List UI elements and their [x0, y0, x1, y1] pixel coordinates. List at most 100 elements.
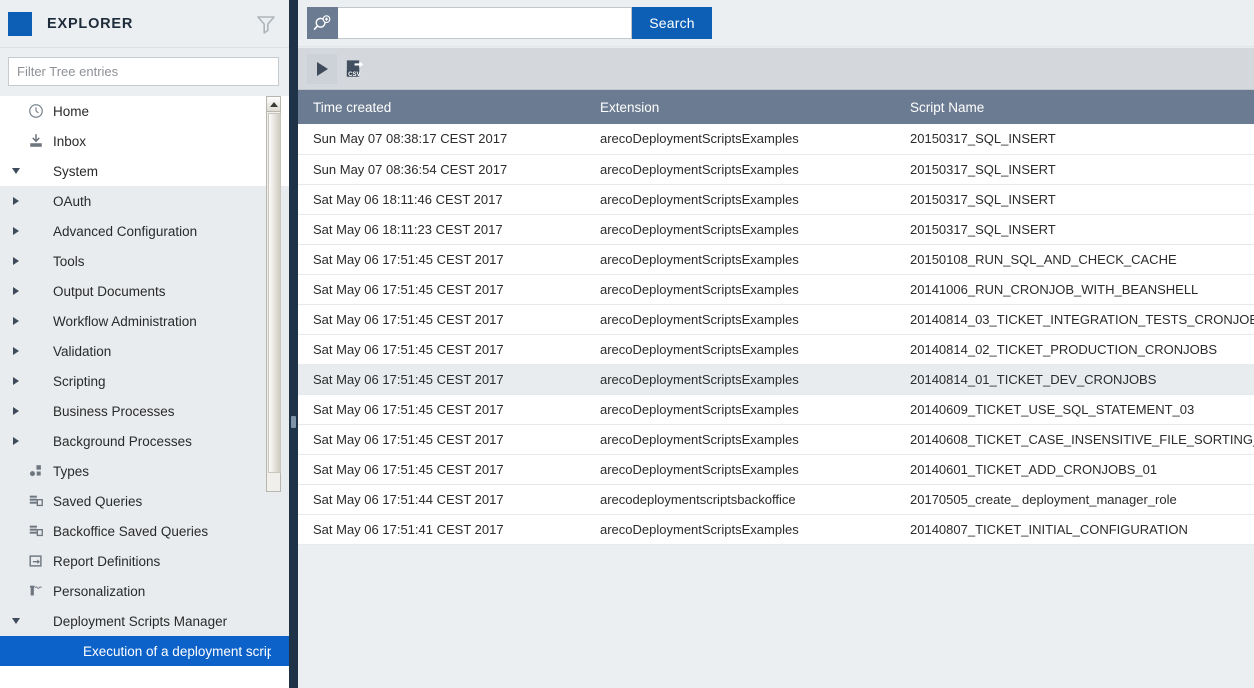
main-content: Search CSV Time created Extension Script… [298, 0, 1254, 688]
sidebar-item-label: Validation [53, 343, 112, 359]
types-icon [26, 463, 46, 479]
table-row[interactable]: Sun May 07 08:36:54 CEST 2017 arecoDeploy… [298, 154, 1254, 185]
panel-splitter[interactable] [289, 0, 298, 688]
sidebar-item-advanced-configuration[interactable]: Advanced Configuration [0, 216, 289, 246]
sidebar-item-label: Scripting [53, 373, 106, 389]
run-script-button[interactable] [307, 53, 337, 84]
cell-script-name: 20140807_TICKET_INITIAL_CONFIGURATION [895, 514, 1254, 545]
cell-script-name: 20150317_SQL_INSERT [895, 124, 1254, 155]
sidebar-item-report-definitions[interactable]: Report Definitions [0, 546, 289, 576]
export-csv-button[interactable]: CSV [339, 54, 369, 84]
sidebar-item-output-documents[interactable]: Output Documents [0, 276, 289, 306]
scroll-up-button[interactable] [267, 97, 280, 112]
search-input[interactable] [338, 7, 632, 39]
chevron-down-icon[interactable] [8, 618, 24, 624]
table-row[interactable]: Sat May 06 17:51:41 CEST 2017 arecoDeploy… [298, 514, 1254, 545]
sidebar-item-label: Business Processes [53, 403, 175, 419]
cell-time-created: Sat May 06 17:51:45 CEST 2017 [298, 394, 585, 425]
sidebar-item-system[interactable]: System [0, 156, 289, 186]
table-row[interactable]: Sat May 06 18:11:46 CEST 2017 arecoDeploy… [298, 184, 1254, 215]
cell-extension: arecoDeploymentScriptsExamples [585, 394, 895, 425]
funnel-icon[interactable] [255, 13, 277, 35]
sidebar-item-label: Execution of a deployment script [83, 643, 271, 659]
cell-extension: arecoDeploymentScriptsExamples [585, 154, 895, 185]
personalization-icon [26, 583, 46, 599]
sidebar-item-workflow-administration[interactable]: Workflow Administration [0, 306, 289, 336]
results-grid: Time created Extension Script Name Sun M… [298, 90, 1254, 688]
home-clock-icon [26, 103, 46, 119]
chevron-right-icon[interactable] [8, 347, 24, 355]
table-row[interactable]: Sat May 06 18:11:23 CEST 2017 arecoDeploy… [298, 214, 1254, 245]
cell-time-created: Sun May 07 08:38:17 CEST 2017 [298, 124, 585, 155]
sidebar-item-home[interactable]: Home [0, 96, 289, 126]
cell-script-name: 20140601_TICKET_ADD_CRONJOBS_01 [895, 454, 1254, 485]
chevron-right-icon[interactable] [8, 287, 24, 295]
chevron-right-icon[interactable] [8, 317, 24, 325]
cell-script-name: 20150108_RUN_SQL_AND_CHECK_CACHE [895, 244, 1254, 275]
cell-time-created: Sat May 06 17:51:44 CEST 2017 [298, 484, 585, 515]
sidebar-item-saved-queries[interactable]: Saved Queries [0, 486, 289, 516]
report-icon [26, 553, 46, 569]
sidebar-item-tools[interactable]: Tools [0, 246, 289, 276]
sidebar-item-personalization[interactable]: Personalization [0, 576, 289, 606]
sidebar-item-backoffice-saved-queries[interactable]: Backoffice Saved Queries [0, 516, 289, 546]
splitter-grip[interactable] [291, 416, 296, 428]
sidebar-item-types[interactable]: Types [0, 456, 289, 486]
sidebar-item-label: Personalization [53, 583, 146, 599]
search-add-icon[interactable] [307, 7, 338, 39]
table-body: Sun May 07 08:38:17 CEST 2017 arecoDeploy… [298, 124, 1254, 545]
cell-extension: arecoDeploymentScriptsExamples [585, 454, 895, 485]
sidebar-item-background-processes[interactable]: Background Processes [0, 426, 289, 456]
search-button[interactable]: Search [632, 7, 712, 39]
cell-extension: arecoDeploymentScriptsExamples [585, 184, 895, 215]
chevron-up-icon [269, 101, 278, 107]
chevron-down-icon[interactable] [8, 168, 24, 174]
scrollbar-thumb[interactable] [268, 113, 281, 473]
filter-tree-input[interactable] [8, 57, 279, 86]
cell-script-name: 20170505_create_ deployment_manager_role [895, 484, 1254, 515]
sidebar-item-label: Types [53, 463, 90, 479]
column-header-extension[interactable]: Extension [585, 90, 895, 124]
chevron-right-icon[interactable] [8, 197, 24, 205]
table-row[interactable]: Sat May 06 17:51:45 CEST 2017 arecoDeploy… [298, 424, 1254, 455]
column-header-script-name[interactable]: Script Name [895, 90, 1254, 124]
sidebar-item-execution-of-a-deployment-script[interactable]: Execution of a deployment script [0, 636, 289, 666]
chevron-right-icon[interactable] [8, 377, 24, 385]
chevron-right-icon[interactable] [8, 407, 24, 415]
sidebar-item-label: OAuth [53, 193, 92, 209]
action-toolbar: CSV [298, 47, 1254, 90]
cell-time-created: Sat May 06 17:51:45 CEST 2017 [298, 304, 585, 335]
chevron-right-icon[interactable] [8, 257, 24, 265]
sidebar-item-inbox[interactable]: Inbox [0, 126, 289, 156]
explorer-header: EXPLORER [0, 0, 289, 48]
table-row[interactable]: Sat May 06 17:51:44 CEST 2017 arecodeploy… [298, 484, 1254, 515]
results-table: Time created Extension Script Name Sun M… [298, 90, 1254, 545]
sidebar-item-label: Workflow Administration [53, 313, 197, 329]
cell-time-created: Sat May 06 17:51:45 CEST 2017 [298, 274, 585, 305]
cell-extension: arecodeploymentscriptsbackoffice [585, 484, 895, 515]
cell-extension: arecoDeploymentScriptsExamples [585, 304, 895, 335]
sidebar-item-deployment-scripts-manager[interactable]: Deployment Scripts Manager [0, 606, 289, 636]
table-row[interactable]: Sat May 06 17:51:45 CEST 2017 arecoDeploy… [298, 304, 1254, 335]
table-row[interactable]: Sat May 06 17:51:45 CEST 2017 arecoDeploy… [298, 244, 1254, 275]
explorer-title: EXPLORER [47, 15, 134, 32]
sidebar-item-business-processes[interactable]: Business Processes [0, 396, 289, 426]
chevron-right-icon[interactable] [8, 227, 24, 235]
sidebar-scrollbar[interactable] [266, 96, 281, 492]
explorer-sidebar: EXPLORER Home Inbox System OAuth Advanced Co… [0, 0, 289, 688]
table-row[interactable]: Sat May 06 17:51:45 CEST 2017 arecoDeploy… [298, 274, 1254, 305]
sidebar-item-label: Report Definitions [53, 553, 161, 569]
sidebar-item-scripting[interactable]: Scripting [0, 366, 289, 396]
sidebar-item-validation[interactable]: Validation [0, 336, 289, 366]
table-row[interactable]: Sat May 06 17:51:45 CEST 2017 arecoDeploy… [298, 394, 1254, 425]
sidebar-item-oauth[interactable]: OAuth [0, 186, 289, 216]
table-row[interactable]: Sat May 06 17:51:45 CEST 2017 arecoDeploy… [298, 454, 1254, 485]
table-row[interactable]: Sun May 07 08:38:17 CEST 2017 arecoDeploy… [298, 124, 1254, 155]
chevron-right-icon[interactable] [8, 437, 24, 445]
cell-time-created: Sat May 06 17:51:45 CEST 2017 [298, 364, 585, 395]
cell-time-created: Sat May 06 18:11:23 CEST 2017 [298, 214, 585, 245]
table-row[interactable]: Sat May 06 17:51:45 CEST 2017 arecoDeploy… [298, 334, 1254, 365]
search-toolbar: Search [298, 0, 1254, 47]
column-header-time-created[interactable]: Time created [298, 90, 585, 124]
table-row[interactable]: Sat May 06 17:51:45 CEST 2017 arecoDeploy… [298, 364, 1254, 395]
